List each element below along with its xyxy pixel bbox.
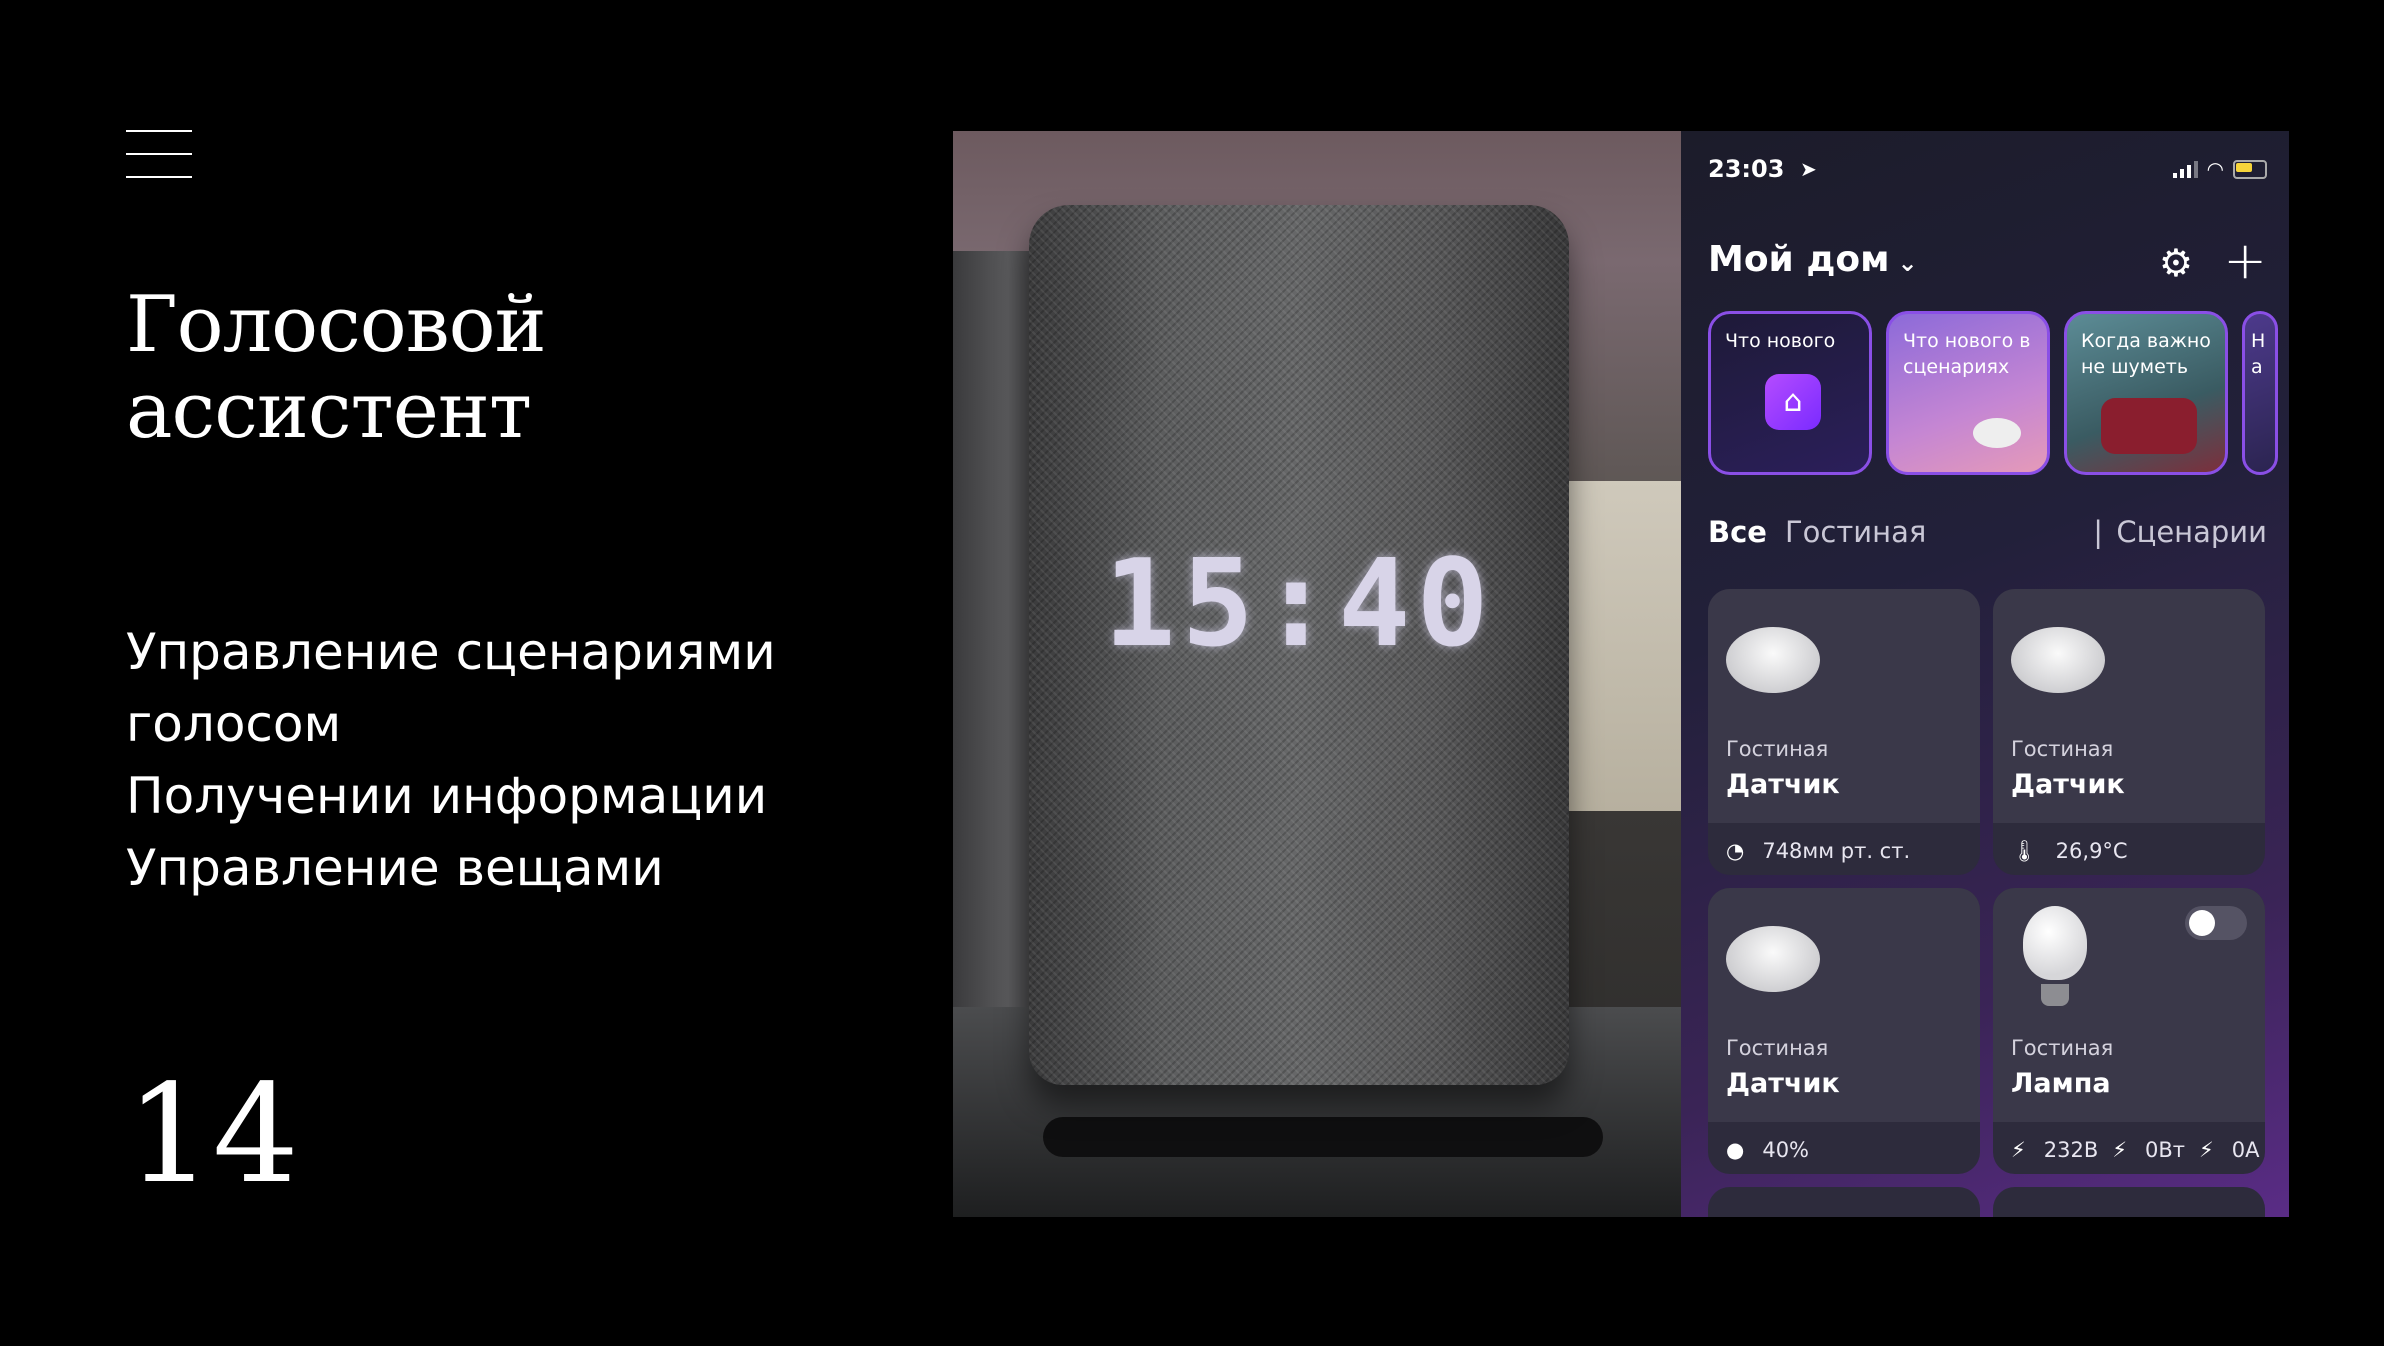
tab-separator: | xyxy=(2093,515,2103,549)
home-selector[interactable]: Мой дом ⌄ xyxy=(1708,239,1918,280)
gear-icon[interactable]: ⚙ xyxy=(2159,241,2193,285)
bolt-icon: ⚡︎ xyxy=(2011,1138,2026,1162)
thermometer-icon: 🌡︎ xyxy=(2011,839,2038,863)
device-room: Гостиная xyxy=(2011,737,2114,761)
battery-icon xyxy=(2233,159,2267,179)
device-metric-value: 232В xyxy=(2043,1138,2099,1162)
feature-item: Управление сценариями xyxy=(126,623,776,681)
story-label: На эк xyxy=(2251,330,2273,384)
feature-list: Управление сценариями голосом Получении … xyxy=(126,616,926,904)
device-room: Гостиная xyxy=(1726,737,1829,761)
voltage-metric: ⚡︎ 232В xyxy=(2011,1138,2098,1162)
phone-screenshot: 23:03 ➤ ◠ Мой дом ⌄ ⚙ + Что нового ⌂ Что … xyxy=(1681,131,2289,1217)
speaker-image xyxy=(2101,398,2197,454)
device-card-partial[interactable] xyxy=(1993,1187,2265,1217)
device-room: Гостиная xyxy=(2011,1036,2114,1060)
drop-icon: ● xyxy=(1726,1138,1745,1162)
story-label: Что нового в сценариях xyxy=(1903,330,2031,378)
bolt-icon: ⚡︎ xyxy=(2199,1138,2214,1162)
lamp-device-icon xyxy=(2023,906,2087,980)
slide-title-line-1: Голосовой xyxy=(126,280,547,370)
page-number: 14 xyxy=(126,1056,300,1214)
device-card-partial[interactable] xyxy=(1708,1187,1980,1217)
story-card[interactable]: Когда важно не шуметь xyxy=(2064,311,2228,475)
status-bar: 23:03 ➤ ◠ xyxy=(1708,155,2267,185)
tab-scenarios[interactable]: Сценарии xyxy=(2116,515,2267,549)
tab-all[interactable]: Все xyxy=(1708,515,1767,549)
stories-row: Что нового ⌂ Что нового в сценариях Когд… xyxy=(1708,311,2278,475)
wifi-icon: ◠ xyxy=(2207,157,2223,181)
slide-title: Голосовой ассистент xyxy=(126,282,826,454)
lamp-base xyxy=(2041,984,2069,1006)
feature-item: голосом xyxy=(126,695,342,753)
story-card[interactable]: Что нового ⌂ xyxy=(1708,311,1872,475)
sensor-device-icon xyxy=(1726,627,1820,693)
sensor-device-icon xyxy=(2011,627,2105,693)
tab-living-room[interactable]: Гостиная xyxy=(1785,515,1926,549)
device-room: Гостиная xyxy=(1726,1036,1829,1060)
device-metric: ⚡︎ 232В ⚡︎ 0Вт ⚡︎ 0А xyxy=(2011,1138,2260,1162)
speaker-photo: 15:40 xyxy=(953,131,1681,1217)
device-card[interactable]: Гостиная Лампа ⚡︎ 232В ⚡︎ 0Вт ⚡︎ 0А xyxy=(1993,888,2265,1174)
story-label: Что нового xyxy=(1725,330,1836,352)
feature-item: Управление вещами xyxy=(126,839,664,897)
home-title: Мой дом xyxy=(1708,239,1890,280)
device-card[interactable]: Гостиная Датчик 🌡︎ 26,9°C xyxy=(1993,589,2265,875)
story-card[interactable]: На эк xyxy=(2242,311,2278,475)
device-metric-value: 40% xyxy=(1762,1138,1810,1162)
hamburger-menu-icon[interactable] xyxy=(126,130,192,178)
photo-desk-stripe xyxy=(1043,1117,1603,1157)
device-card[interactable]: Гостиная Датчик ● 40% xyxy=(1708,888,1980,1174)
bolt-icon: ⚡︎ xyxy=(2112,1138,2127,1162)
device-name: Датчик xyxy=(1726,1068,1840,1099)
device-name: Датчик xyxy=(2011,769,2125,800)
add-icon[interactable]: + xyxy=(2223,231,2267,291)
feature-item: Получении информации xyxy=(126,767,768,825)
sensor-image xyxy=(1973,418,2021,448)
home-app-icon: ⌂ xyxy=(1765,374,1821,430)
speaker-clock-display: 15:40 xyxy=(1103,535,1495,674)
current-metric: ⚡︎ 0А xyxy=(2199,1138,2259,1162)
smart-speaker: 15:40 xyxy=(1029,205,1569,1085)
device-name: Лампа xyxy=(2011,1068,2111,1099)
lamp-toggle[interactable] xyxy=(2185,906,2247,940)
device-metric: ◔ 748мм рт. ст. xyxy=(1726,839,1910,863)
location-arrow-icon: ➤ xyxy=(1800,157,1817,181)
device-metric: 🌡︎ 26,9°C xyxy=(2011,839,2128,864)
sensor-device-icon xyxy=(1726,926,1820,992)
story-label: Когда важно не шуметь xyxy=(2081,330,2211,378)
device-metric-value: 748мм рт. ст. xyxy=(1762,839,1911,863)
device-name: Датчик xyxy=(1726,769,1840,800)
device-metric: ● 40% xyxy=(1726,1138,1809,1162)
chevron-down-icon: ⌄ xyxy=(1897,249,1918,277)
device-metric-value: 0Вт xyxy=(2145,1138,2186,1162)
status-time: 23:03 xyxy=(1708,155,1785,183)
slide-title-line-2: ассистент xyxy=(126,366,532,456)
device-metric-value: 26,9°C xyxy=(2055,839,2128,863)
cellular-signal-icon xyxy=(2172,160,2198,178)
device-card[interactable]: Гостиная Датчик ◔ 748мм рт. ст. xyxy=(1708,589,1980,875)
pressure-icon: ◔ xyxy=(1726,839,1745,863)
power-metric: ⚡︎ 0Вт xyxy=(2112,1138,2185,1162)
device-metric-value: 0А xyxy=(2231,1138,2260,1162)
story-card[interactable]: Что нового в сценариях xyxy=(1886,311,2050,475)
